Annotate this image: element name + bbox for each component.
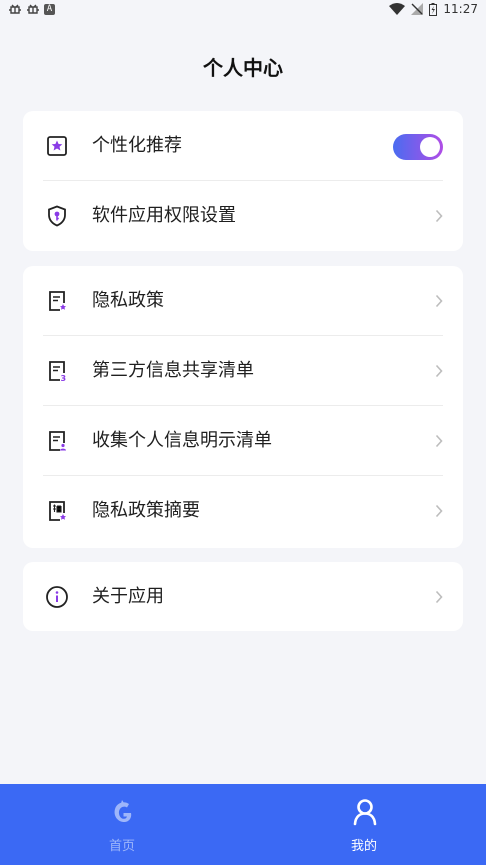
about-app-label: 关于应用 bbox=[92, 586, 164, 607]
personalized-recommendation-label: 个性化推荐 bbox=[92, 135, 182, 156]
document-star-icon bbox=[49, 291, 66, 311]
user-profile-icon bbox=[353, 799, 377, 826]
status-left-icons: A bbox=[8, 2, 55, 16]
home-logo-icon bbox=[114, 800, 132, 822]
privacy-policy-row[interactable]: 隐私政策 bbox=[23, 266, 463, 336]
chevron-right-icon bbox=[435, 434, 443, 448]
tab-mine[interactable]: 我的 bbox=[304, 784, 424, 865]
status-right: 11:27 bbox=[389, 2, 478, 16]
bug-icon bbox=[27, 4, 39, 14]
document-three-icon: 3 bbox=[49, 361, 67, 383]
chevron-right-icon bbox=[435, 364, 443, 378]
third-party-sharing-label: 第三方信息共享清单 bbox=[92, 360, 254, 381]
app-permissions-label: 软件应用权限设置 bbox=[92, 205, 236, 226]
personal-info-collection-label: 收集个人信息明示清单 bbox=[92, 430, 272, 451]
star-square-icon bbox=[47, 136, 67, 156]
svg-text:3: 3 bbox=[61, 374, 67, 383]
settings-card: 个性化推荐 软件应用权限设置 bbox=[23, 111, 463, 251]
about-card: 关于应用 bbox=[23, 562, 463, 631]
shield-key-icon bbox=[48, 205, 66, 227]
personalized-recommendation-row: 个性化推荐 bbox=[23, 111, 463, 181]
status-bar: A 11:27 bbox=[0, 0, 486, 22]
tab-home[interactable]: 首页 bbox=[62, 784, 182, 865]
third-party-sharing-row[interactable]: 3 第三方信息共享清单 bbox=[23, 336, 463, 406]
about-app-row[interactable]: 关于应用 bbox=[23, 562, 463, 631]
a-notification-icon: A bbox=[44, 3, 55, 15]
page-title: 个人中心 bbox=[203, 56, 283, 80]
privacy-card: 隐私政策 3 第三方信息共享清单 收集个人信息明示清单 隐私政策摘要 bbox=[23, 266, 463, 548]
app-permissions-row[interactable]: 软件应用权限设置 bbox=[23, 181, 463, 251]
privacy-summary-row[interactable]: 隐私政策摘要 bbox=[23, 476, 463, 546]
document-person-icon bbox=[49, 431, 66, 451]
no-signal-icon bbox=[411, 3, 424, 15]
status-time: 11:27 bbox=[443, 2, 478, 16]
bottom-tab-bar: 首页 我的 bbox=[0, 784, 486, 865]
privacy-policy-label: 隐私政策 bbox=[92, 290, 164, 311]
bug-icon bbox=[9, 4, 21, 14]
chevron-right-icon bbox=[435, 209, 443, 223]
tab-mine-label: 我的 bbox=[350, 839, 377, 854]
personal-info-collection-row[interactable]: 收集个人信息明示清单 bbox=[23, 406, 463, 476]
chevron-right-icon bbox=[435, 590, 443, 604]
personalized-recommendation-toggle[interactable] bbox=[393, 134, 443, 160]
document-summary-icon bbox=[49, 501, 66, 521]
privacy-summary-label: 隐私政策摘要 bbox=[92, 500, 200, 521]
tab-home-label: 首页 bbox=[108, 839, 135, 854]
info-icon bbox=[46, 586, 68, 608]
battery-icon bbox=[429, 2, 438, 16]
wifi-icon bbox=[389, 3, 406, 15]
chevron-right-icon bbox=[435, 504, 443, 518]
toggle-knob bbox=[420, 137, 440, 157]
chevron-right-icon bbox=[435, 294, 443, 308]
